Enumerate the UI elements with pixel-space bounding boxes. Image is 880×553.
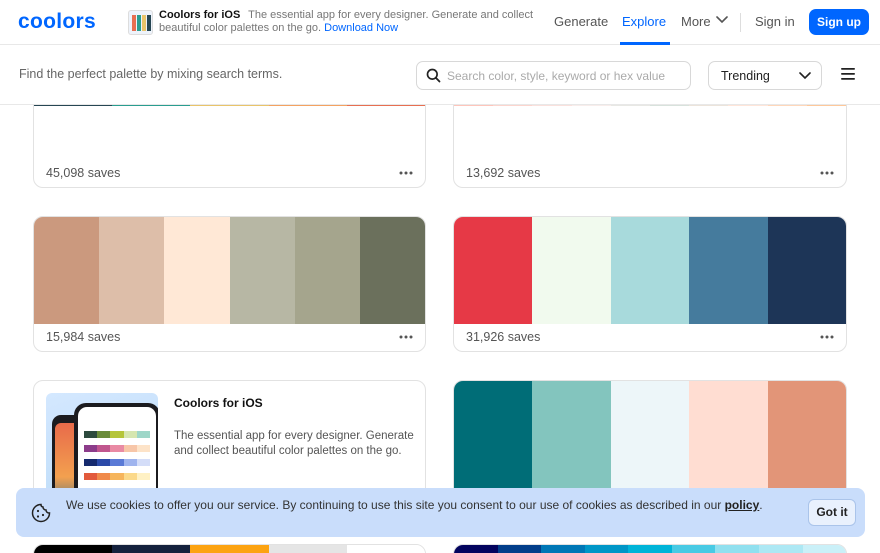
ios-card-title: Coolors for iOS — [174, 396, 263, 410]
color-swatch[interactable] — [99, 217, 165, 324]
page: coolors Coolors for iOS The essential ap… — [0, 0, 880, 553]
save-count: 45,098 saves — [46, 166, 121, 180]
color-swatch[interactable] — [767, 217, 846, 324]
color-swatch[interactable] — [229, 217, 295, 324]
sign-in-link[interactable]: Sign in — [755, 14, 795, 29]
cookie-policy-link[interactable]: policy — [725, 498, 760, 512]
ios-promo: Coolors for iOS The essential app for ev… — [159, 9, 539, 35]
ios-app-thumbnail[interactable] — [128, 10, 153, 35]
phone-palette-row — [84, 445, 151, 452]
more-dots-icon[interactable] — [820, 335, 834, 339]
palette-card[interactable]: 31,926 saves — [453, 216, 847, 352]
chevron-down-icon — [799, 72, 811, 80]
cookie-text: We use cookies to offer you our service.… — [66, 498, 722, 512]
color-swatch[interactable] — [628, 545, 672, 553]
color-swatch[interactable] — [454, 217, 533, 324]
color-swatch[interactable] — [802, 545, 846, 553]
palette-card[interactable]: 15,984 saves — [33, 216, 426, 352]
color-swatch[interactable] — [715, 545, 759, 553]
phone-palette-row — [84, 459, 151, 466]
palette-swatches[interactable] — [454, 545, 846, 553]
color-swatch[interactable] — [532, 217, 611, 324]
palette-card[interactable] — [33, 544, 426, 553]
sort-dropdown[interactable]: Trending — [708, 61, 822, 90]
nav-explore[interactable]: Explore — [622, 14, 666, 29]
save-count: 31,926 saves — [466, 330, 541, 344]
phone-palette-row — [84, 431, 151, 438]
coolors-logo[interactable]: coolors — [18, 10, 96, 34]
got-it-button[interactable]: Got it — [808, 499, 856, 526]
more-dots-icon[interactable] — [820, 171, 834, 175]
top-header: coolors Coolors for iOS The essential ap… — [0, 0, 880, 45]
color-swatch[interactable] — [689, 217, 768, 324]
color-swatch[interactable] — [758, 545, 803, 553]
sort-selected-value: Trending — [721, 69, 770, 83]
palette-footer: 31,926 saves — [454, 323, 846, 351]
cookie-suffix: . — [759, 498, 763, 512]
color-swatch[interactable] — [359, 217, 425, 324]
palette-footer: 15,984 saves — [34, 323, 425, 351]
nav-divider — [740, 13, 741, 32]
palette-swatches[interactable] — [34, 217, 425, 324]
cookie-banner: We use cookies to offer you our service.… — [16, 488, 865, 537]
nav-generate[interactable]: Generate — [554, 14, 608, 29]
palette-card[interactable] — [453, 544, 847, 553]
color-swatch[interactable] — [112, 545, 191, 553]
color-swatch[interactable] — [454, 545, 498, 553]
color-swatch[interactable] — [34, 545, 113, 553]
save-count: 13,692 saves — [466, 166, 541, 180]
sign-up-button[interactable]: Sign up — [809, 9, 869, 35]
color-swatch[interactable] — [671, 545, 716, 553]
search-icon — [426, 68, 441, 83]
color-swatch[interactable] — [584, 545, 629, 553]
search-input[interactable] — [447, 63, 687, 88]
palette-swatches[interactable] — [454, 217, 846, 324]
more-dots-icon[interactable] — [399, 171, 413, 175]
chevron-down-icon[interactable] — [716, 16, 728, 24]
search-hint: Find the perfect palette by mixing searc… — [19, 67, 283, 81]
save-count: 15,984 saves — [46, 330, 121, 344]
color-swatch[interactable] — [268, 545, 347, 553]
color-swatch[interactable] — [497, 545, 542, 553]
ios-promo-title: Coolors for iOS — [159, 9, 241, 21]
color-swatch[interactable] — [541, 545, 585, 553]
color-swatch[interactable] — [294, 217, 360, 324]
phone-palette-row — [84, 473, 151, 480]
search-toolbar: Find the perfect palette by mixing searc… — [0, 45, 880, 105]
palette-footer: 45,098 saves — [34, 159, 425, 187]
cookie-icon — [31, 503, 51, 523]
color-swatch[interactable] — [164, 217, 230, 324]
download-now-link[interactable]: Download Now — [324, 22, 398, 34]
color-swatch[interactable] — [190, 545, 269, 553]
color-swatch[interactable] — [34, 217, 100, 324]
palette-swatches[interactable] — [34, 545, 425, 553]
cookie-message: We use cookies to offer you our service.… — [66, 497, 796, 513]
palette-footer: 13,692 saves — [454, 159, 846, 187]
nav-more[interactable]: More — [681, 14, 711, 29]
color-swatch[interactable] — [346, 545, 425, 553]
search-box[interactable] — [416, 61, 691, 90]
more-dots-icon[interactable] — [399, 335, 413, 339]
ios-card-description: The essential app for every designer. Ge… — [174, 430, 414, 457]
hamburger-menu-icon[interactable] — [841, 68, 855, 80]
color-swatch[interactable] — [610, 217, 690, 324]
